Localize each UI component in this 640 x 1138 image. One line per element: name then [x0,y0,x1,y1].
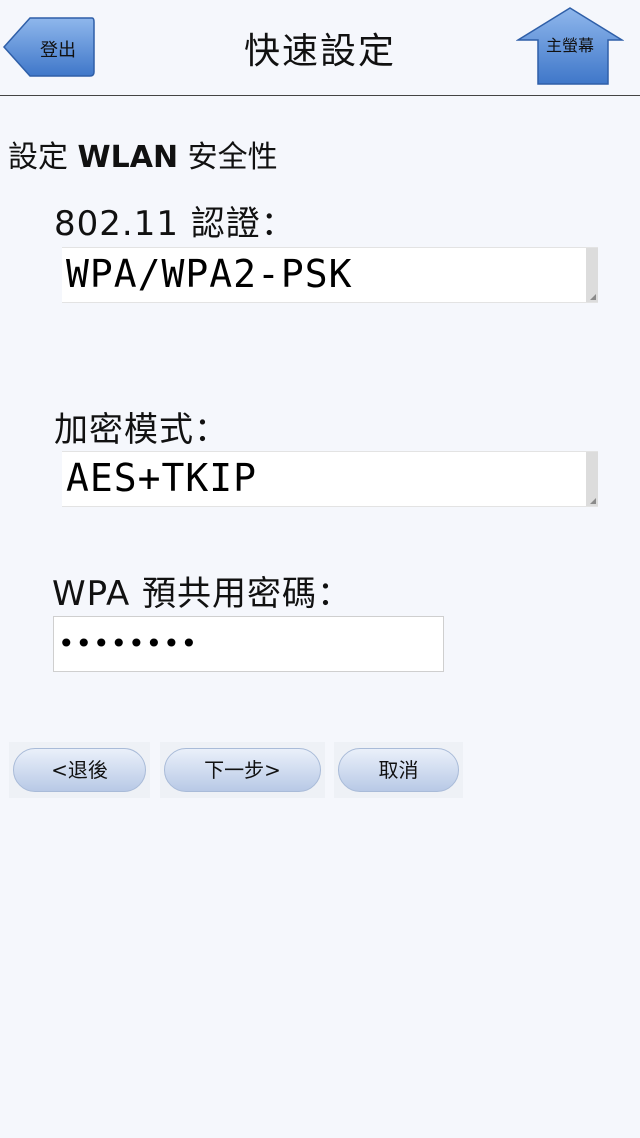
auth-select-scrollbar[interactable] [586,248,598,302]
resize-grip-icon [590,498,596,504]
header-bar: 登出 快速設定 主螢幕 [0,0,640,96]
section-title-prefix: 設定 [8,140,78,175]
auth-select-value: WPA/WPA2-PSK [66,252,353,296]
encryption-select-value: AES+TKIP [66,456,258,500]
encryption-select-scrollbar[interactable] [586,452,598,506]
next-button[interactable]: 下一步> [164,748,321,792]
psk-password-input[interactable]: •••••••• [53,616,444,672]
encryption-label: 加密模式： [54,410,229,450]
back-button-wrap: <退後 [9,742,150,798]
home-button[interactable]: 主螢幕 [516,6,624,86]
psk-label: WPA 預共用密碼： [52,574,353,614]
section-title-suffix: 安全性 [178,140,278,175]
psk-password-value: •••••••• [58,627,199,660]
quick-setup-screen: 登出 快速設定 主螢幕 設定 WLAN 安全性 802.11 認證： WPA/W… [0,0,640,1138]
resize-grip-icon [590,294,596,300]
encryption-select[interactable]: AES+TKIP [62,451,598,507]
auth-label: 802.11 認證： [54,204,296,244]
section-title: 設定 WLAN 安全性 [8,132,278,176]
home-label: 主螢幕 [545,36,594,55]
cancel-button[interactable]: 取消 [338,748,459,792]
cancel-button-wrap: 取消 [334,742,463,798]
back-button[interactable]: <退後 [13,748,146,792]
next-button-wrap: 下一步> [160,742,325,798]
section-title-bold: WLAN [77,140,179,175]
auth-select[interactable]: WPA/WPA2-PSK [62,247,598,303]
